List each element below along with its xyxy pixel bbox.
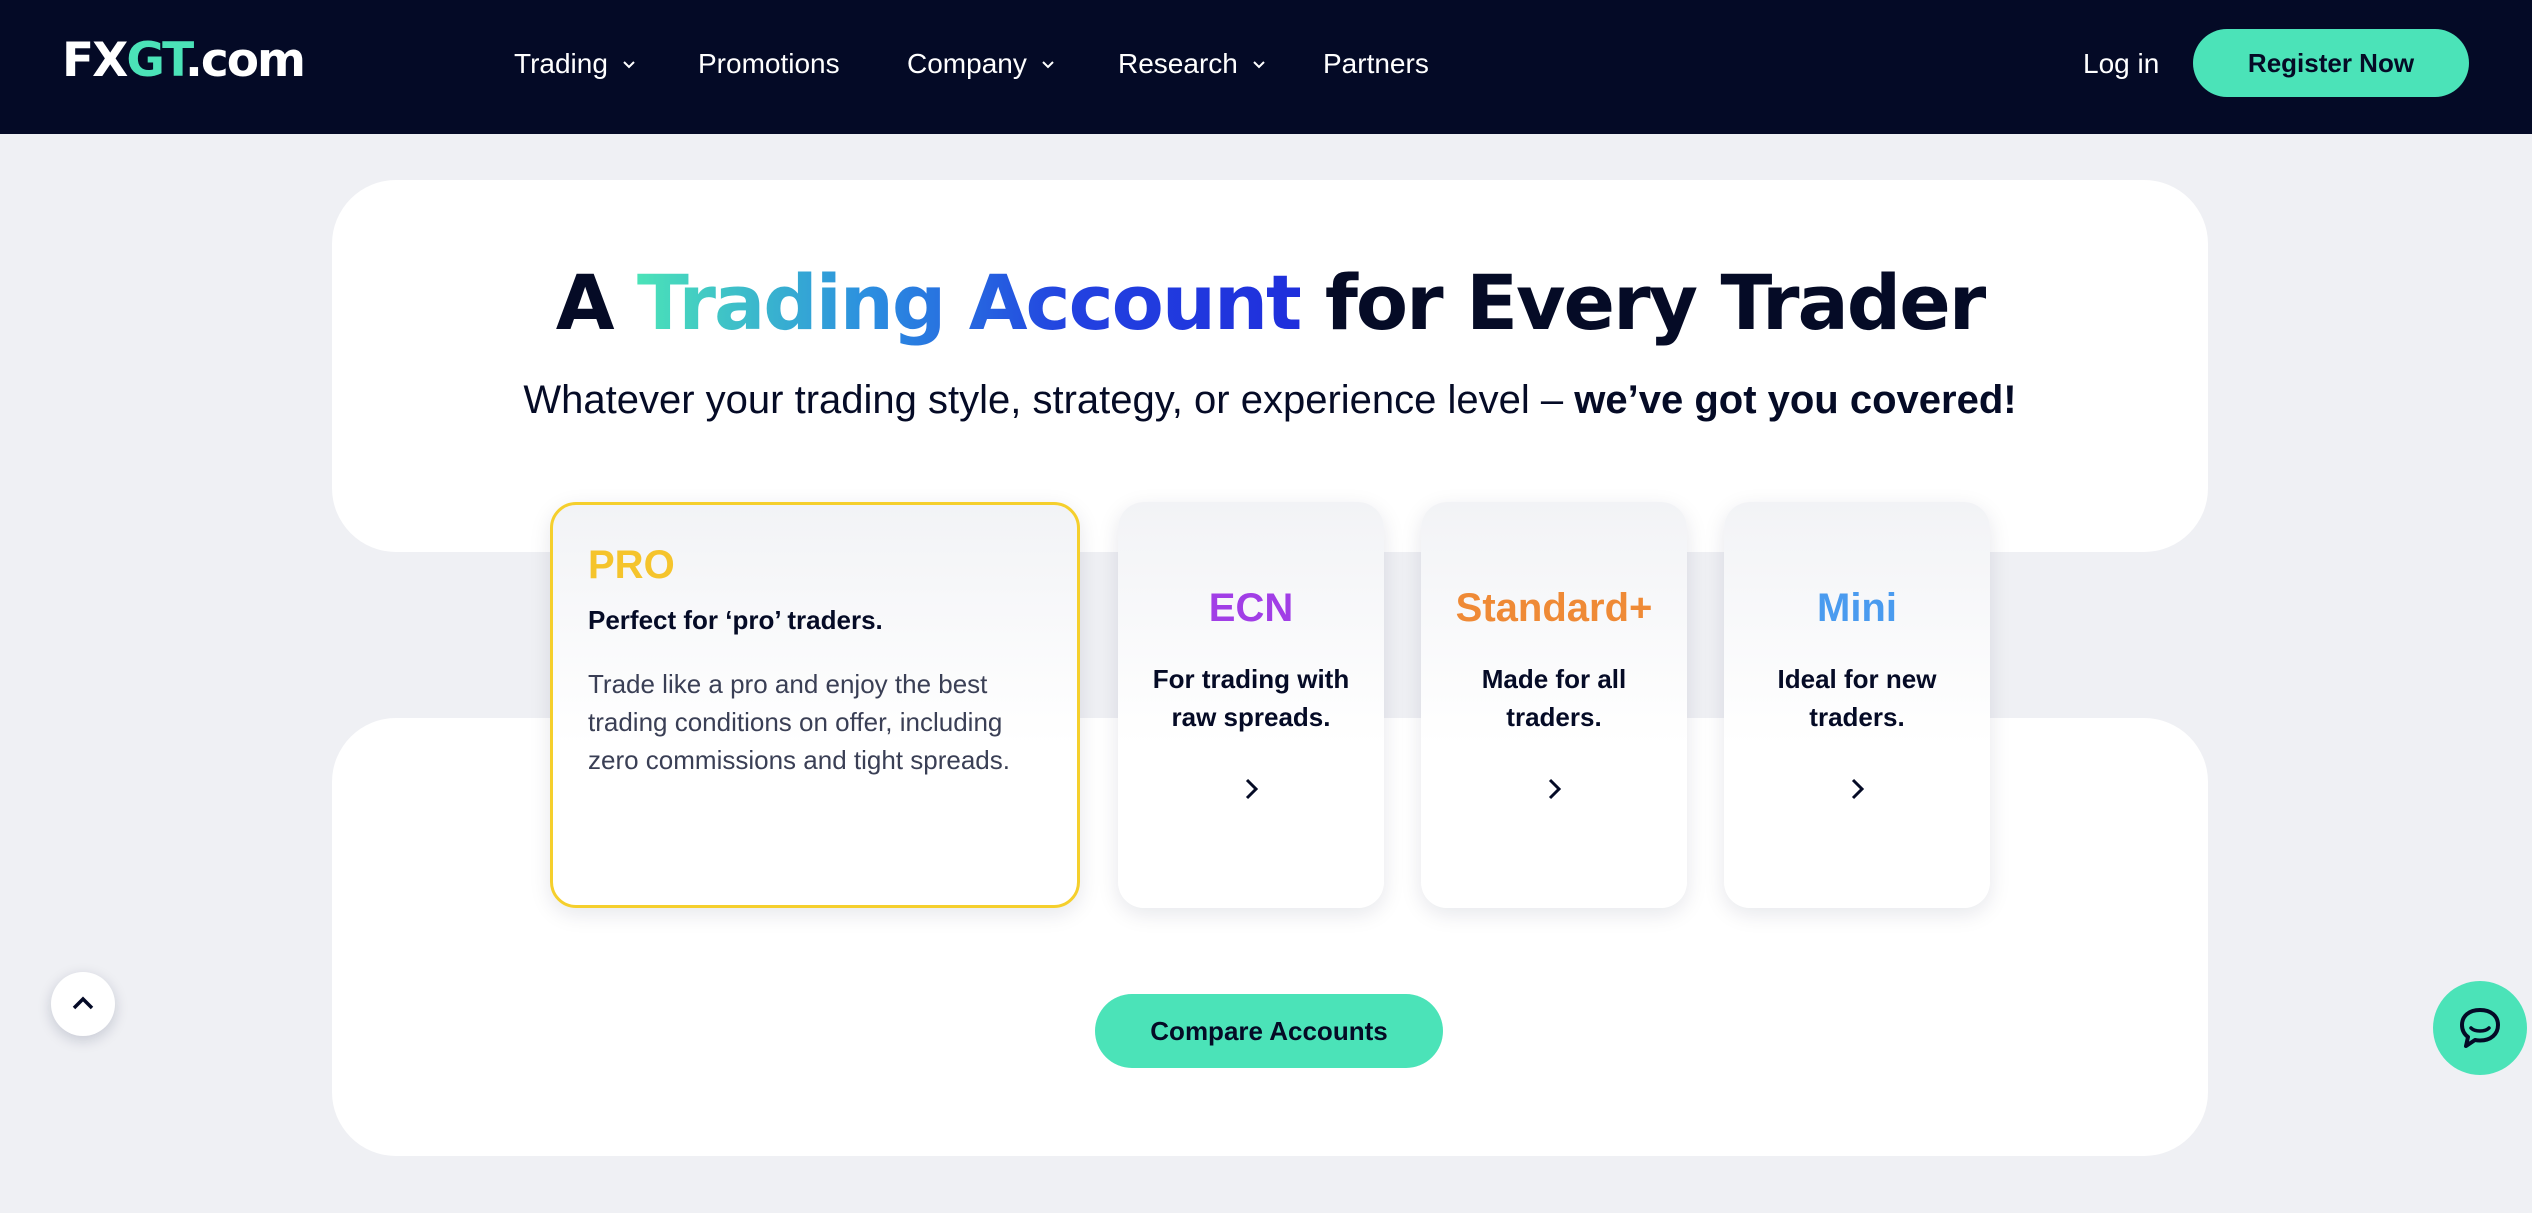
account-card-pro[interactable]: PRO Perfect for ‘pro’ traders. Trade lik… [550, 502, 1080, 908]
nav-item-label: Trading [514, 48, 608, 79]
scroll-to-top-button[interactable] [51, 972, 115, 1036]
page-subtitle: Whatever your trading style, strategy, o… [332, 378, 2208, 423]
account-card-standard-plus[interactable]: Standard+ Made for all traders. [1421, 502, 1687, 908]
account-tagline: Made for all traders. [1481, 664, 1627, 732]
title-part-b: for Every Trader [1300, 258, 1986, 347]
chevron-down-icon [623, 61, 635, 69]
nav-item-partners[interactable]: Partners [1323, 38, 1429, 90]
chat-bubble-icon [2460, 1008, 2500, 1048]
fxgt-logo[interactable]: FXGT.com [62, 30, 306, 92]
account-name: ECN [1208, 586, 1294, 630]
nav-item-label: Promotions [698, 48, 840, 79]
login-link[interactable]: Log in [2083, 38, 2159, 90]
logo-part-com: .com [185, 33, 306, 88]
title-highlight: Trading Account [637, 258, 1302, 347]
account-tagline: For trading with raw spreads. [1152, 664, 1350, 732]
chevron-down-icon [1042, 61, 1054, 69]
nav-item-company[interactable]: Company [907, 38, 1057, 90]
logo-part-fx: FX [62, 33, 128, 88]
page-title: A Trading Account for Every Trader [332, 258, 2208, 347]
chevron-right-icon[interactable] [1842, 774, 1872, 804]
nav-item-promotions[interactable]: Promotions [698, 38, 840, 90]
chevron-down-icon [1253, 61, 1265, 69]
account-name: Mini [1817, 586, 1897, 630]
account-name: Standard+ [1455, 586, 1653, 630]
compare-accounts-button[interactable]: Compare Accounts [1095, 994, 1443, 1068]
account-description: Trade like a pro and enjoy the best trad… [588, 669, 1010, 775]
chevron-right-icon[interactable] [1236, 774, 1266, 804]
account-card-ecn[interactable]: ECN For trading with raw spreads. [1118, 502, 1384, 908]
nav-item-trading[interactable]: Trading [514, 38, 638, 90]
chat-button[interactable] [2433, 981, 2527, 1075]
nav-item-label: Research [1118, 48, 1238, 79]
site-header: FXGT.com Trading Promotions Company Rese… [0, 0, 2532, 134]
register-now-button[interactable]: Register Now [2193, 29, 2469, 97]
subtitle-regular: Whatever your trading style, strategy, o… [523, 378, 1575, 422]
account-card-mini[interactable]: Mini Ideal for new traders. [1724, 502, 1990, 908]
logo-part-gt: GT [126, 33, 187, 88]
chevron-right-icon[interactable] [1539, 774, 1569, 804]
hero-panel [332, 180, 2208, 552]
nav-item-label: Company [907, 48, 1027, 79]
account-tagline: Perfect for ‘pro’ traders. [588, 605, 883, 635]
nav-item-label: Partners [1323, 48, 1429, 79]
account-name: PRO [588, 543, 675, 587]
chevron-up-icon [72, 996, 94, 1010]
subtitle-bold: we’ve got you covered! [1574, 378, 2017, 422]
nav-item-research[interactable]: Research [1118, 38, 1268, 90]
title-part-a: A [555, 258, 638, 347]
account-tagline: Ideal for new traders. [1777, 664, 1937, 732]
